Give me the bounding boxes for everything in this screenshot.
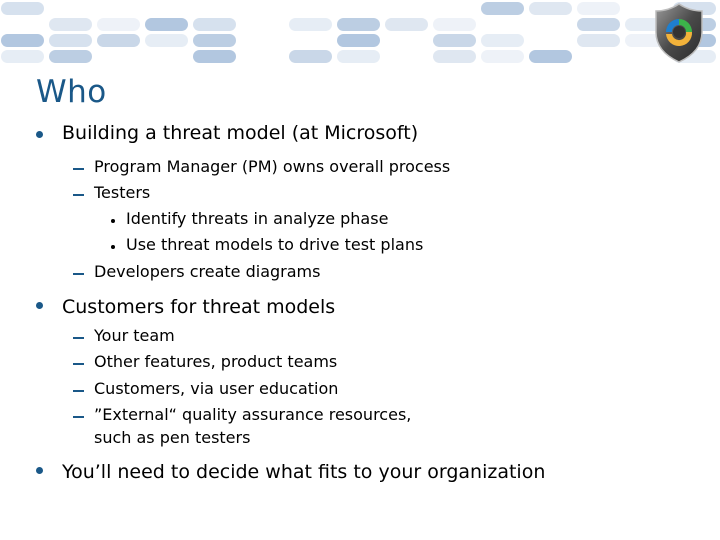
sub-sub-bullet-text: Identify threats in analyze phase	[126, 209, 389, 228]
sub-sub-bullet-icon	[111, 245, 115, 249]
sub-bullet-text: Developers create diagrams	[94, 262, 321, 281]
header-pill	[193, 18, 236, 31]
sub-bullet-text: Customers, via user education	[94, 379, 339, 398]
bullet-icon	[36, 302, 43, 309]
sub-bullet-text: Your team	[94, 326, 175, 345]
header-pill	[577, 34, 620, 47]
header-pill	[49, 50, 92, 63]
header-pill	[97, 18, 140, 31]
dash-icon	[73, 390, 84, 392]
header-pill	[193, 34, 236, 47]
sub-bullet-text: Other features, product teams	[94, 352, 338, 371]
header-pill	[481, 34, 524, 47]
sub-sub-bullet-icon	[111, 219, 115, 223]
sub-bullet-text: Program Manager (PM) owns overall proces…	[94, 157, 451, 176]
header-pattern	[0, 0, 720, 63]
header-pill	[145, 18, 188, 31]
header-pill	[481, 2, 524, 15]
header-pill	[529, 50, 572, 63]
bullet-text: Building a threat model (at Microsoft)	[62, 122, 419, 144]
header-pill	[577, 2, 620, 15]
dash-icon	[73, 416, 84, 418]
header-pill	[1, 2, 44, 15]
sub-bullet-continuation: such as pen testers	[94, 428, 251, 447]
header-pill	[433, 18, 476, 31]
dash-icon	[73, 337, 84, 339]
header-pill	[97, 34, 140, 47]
sub-sub-bullet-text: Use threat models to drive test plans	[126, 235, 424, 254]
bullet-text: Customers for threat models	[62, 296, 336, 318]
bullet-text: You’ll need to decide what fits to your …	[62, 461, 546, 483]
header-pill	[193, 50, 236, 63]
sub-bullet-text: Testers	[94, 183, 151, 202]
header-pill	[433, 50, 476, 63]
shield-logo-icon	[655, 3, 703, 63]
dash-icon	[73, 273, 84, 275]
header-pill	[49, 18, 92, 31]
dash-icon	[73, 168, 84, 170]
dash-icon	[73, 194, 84, 196]
header-pill	[289, 50, 332, 63]
header-pill	[385, 18, 428, 31]
header-pill	[289, 18, 332, 31]
header-pill	[337, 34, 380, 47]
header-pill	[145, 34, 188, 47]
header-pill	[481, 50, 524, 63]
dash-icon	[73, 363, 84, 365]
sub-bullet-text: ”External“ quality assurance resources,	[94, 405, 412, 424]
header-pill	[49, 34, 92, 47]
header-pill	[337, 18, 380, 31]
slide-title: Who	[36, 74, 107, 110]
header-pill	[1, 34, 44, 47]
header-pill	[529, 2, 572, 15]
header-pill	[433, 34, 476, 47]
bullet-icon	[36, 131, 43, 138]
header-pill	[337, 50, 380, 63]
header-pill	[577, 18, 620, 31]
bullet-icon	[36, 467, 43, 474]
header-pill	[1, 50, 44, 63]
